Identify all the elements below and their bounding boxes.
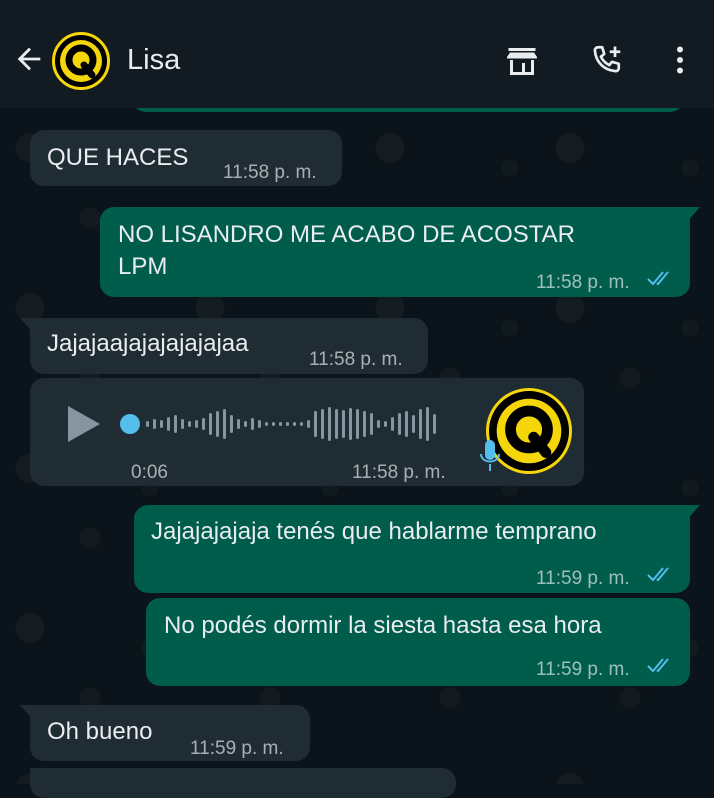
read-receipt-icon: [647, 567, 669, 582]
waveform-bar: [370, 413, 373, 435]
message-bubble-outgoing[interactable]: No podés dormir la siesta hasta esa hora…: [146, 598, 690, 686]
waveform-bar: [293, 422, 296, 426]
waveform-bar: [363, 411, 366, 437]
microphone-icon: [480, 440, 500, 471]
waveform-bar: [286, 422, 289, 426]
q-logo-icon: [60, 40, 102, 82]
waveform-bar: [377, 420, 380, 428]
waveform-bar: [349, 408, 352, 440]
play-icon[interactable]: [66, 404, 102, 444]
read-receipt-icon: [647, 271, 669, 286]
contact-name[interactable]: Lisa: [127, 44, 180, 77]
waveform-bar: [307, 420, 310, 428]
message-bubble-outgoing[interactable]: NO LISANDRO ME ACABO DE ACOSTAR LPM 11:5…: [100, 207, 700, 297]
back-arrow-icon[interactable]: [12, 42, 46, 76]
waveform-bar: [391, 417, 394, 431]
message-text: QUE HACES: [47, 144, 189, 171]
message-time: 11:58 p. m.: [309, 349, 403, 370]
waveform-bar: [433, 414, 436, 434]
waveform-bar: [314, 411, 317, 437]
more-options-icon[interactable]: [662, 42, 698, 78]
waveform-bar: [279, 422, 282, 426]
message-text-line: LPM: [118, 253, 168, 280]
message-text: Jajajaajajajajajajaa: [47, 330, 249, 357]
message-bubble-incoming[interactable]: QUE HACES 11:58 p. m.: [30, 130, 342, 186]
message-time: 11:59 p. m.: [536, 659, 630, 680]
bubble-tail: [20, 318, 34, 334]
bubble-tail: [20, 705, 34, 721]
waveform-bar: [384, 421, 387, 427]
waveform-bar: [174, 415, 177, 433]
chat-header: Lisa: [0, 0, 714, 108]
waveform-bar: [237, 419, 240, 429]
waveform-bar: [202, 418, 205, 430]
message-bubble-partial: [30, 768, 456, 798]
waveform-bar: [188, 421, 191, 427]
bubble-tail: [686, 505, 700, 521]
waveform-bar: [328, 407, 331, 441]
message-bubble-incoming[interactable]: Oh bueno 11:59 p. m.: [20, 705, 310, 761]
read-receipt-icon: [647, 658, 669, 673]
waveform-bar: [258, 420, 261, 428]
message-time: 11:58 p. m.: [352, 462, 446, 483]
waveform-bar: [153, 419, 156, 429]
voice-waveform[interactable]: [120, 402, 450, 446]
waveform-bar: [426, 407, 429, 441]
waveform-bar: [356, 409, 359, 439]
waveform-bar: [342, 410, 345, 438]
waveform-bar: [300, 422, 303, 426]
waveform-bar: [195, 420, 198, 428]
message-text: Jajajajajaja tenés que hablarme temprano: [151, 518, 597, 545]
waveform-bar: [265, 422, 268, 426]
waveform-bar: [335, 409, 338, 439]
waveform-bar: [223, 409, 226, 439]
message-text: No podés dormir la siesta hasta esa hora: [164, 612, 602, 639]
voice-message-bubble[interactable]: 0:06 11:58 p. m.: [30, 378, 584, 486]
bubble-tail: [686, 207, 700, 223]
message-time: 11:59 p. m.: [536, 568, 630, 589]
message-time: 11:59 p. m.: [190, 738, 284, 759]
avatar[interactable]: [52, 32, 110, 90]
waveform-bar: [244, 421, 247, 427]
waveform-bar: [321, 409, 324, 439]
waveform-bar: [251, 418, 254, 430]
message-text-line: NO LISANDRO ME ACABO DE ACOSTAR: [118, 221, 575, 248]
waveform-bar: [412, 415, 415, 433]
waveform-bar: [216, 411, 219, 437]
waveform-bar: [160, 420, 163, 428]
voice-duration: 0:06: [131, 462, 168, 483]
message-bubble-incoming[interactable]: Jajajaajajajajajajaa 11:58 p. m.: [20, 318, 428, 374]
waveform-bar: [398, 413, 401, 435]
waveform-bar: [405, 411, 408, 437]
playback-dot[interactable]: [120, 414, 140, 434]
waveform-bar: [419, 409, 422, 439]
message-time: 11:58 p. m.: [536, 272, 630, 293]
waveform-bar: [181, 419, 184, 429]
waveform-bar: [167, 417, 170, 431]
add-call-icon[interactable]: [588, 42, 624, 78]
waveform-bar: [209, 413, 212, 435]
waveform-bar: [146, 421, 149, 427]
message-text: Oh bueno: [47, 718, 153, 745]
message-bubble-outgoing[interactable]: Jajajajajaja tenés que hablarme temprano…: [134, 505, 700, 593]
store-icon[interactable]: [504, 42, 540, 78]
message-time: 11:58 p. m.: [223, 162, 317, 183]
waveform-bar: [272, 422, 275, 426]
waveform-bar: [230, 415, 233, 433]
